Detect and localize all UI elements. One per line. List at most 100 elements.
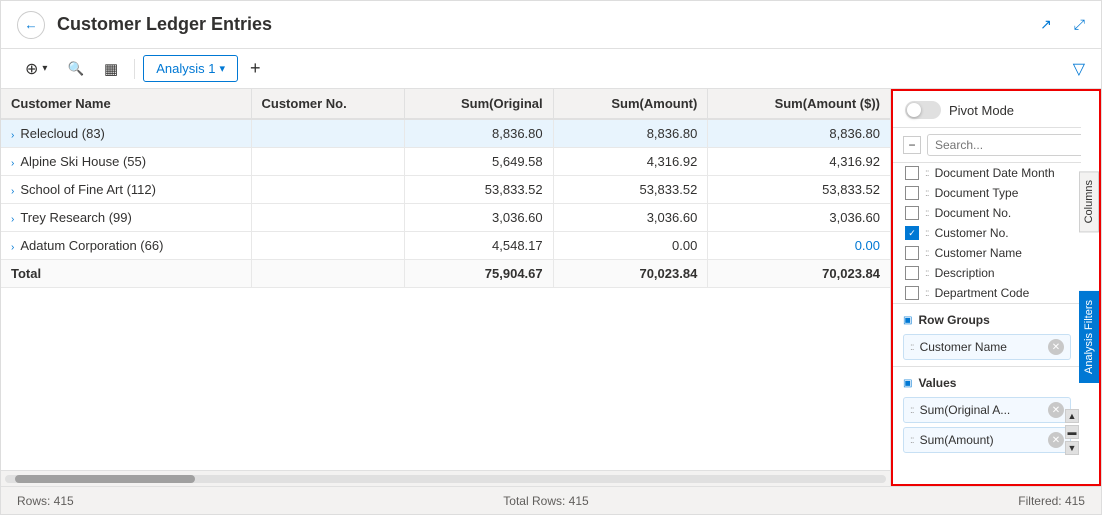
- row-expand-icon[interactable]: ›: [11, 158, 14, 169]
- col-checkbox-3[interactable]: [905, 226, 919, 240]
- column-item[interactable]: :: Customer No.: [893, 223, 1081, 243]
- cell-customer-name: ›Relecloud (83): [1, 119, 251, 148]
- col-checkbox-1[interactable]: [905, 186, 919, 200]
- table-row[interactable]: ›Alpine Ski House (55) 5,649.58 4,316.92…: [1, 148, 890, 176]
- pivot-toggle[interactable]: [905, 101, 941, 119]
- minus-button[interactable]: −: [903, 136, 921, 154]
- filter-icon[interactable]: ▽: [1073, 59, 1085, 79]
- val-item-name: Sum(Original A...: [920, 403, 1042, 417]
- col-checkbox-2[interactable]: [905, 206, 919, 220]
- col-customer-no[interactable]: Customer No.: [251, 89, 405, 119]
- val-remove-button[interactable]: ✕: [1048, 432, 1064, 448]
- val-drag-handle[interactable]: ::: [910, 405, 914, 416]
- row-expand-icon[interactable]: ›: [11, 186, 14, 197]
- table-wrapper[interactable]: Customer Name Customer No. Sum(Original …: [1, 89, 890, 470]
- col-item-label: Document Date Month: [935, 166, 1055, 180]
- row-groups-header: ▣ Row Groups: [903, 310, 1071, 330]
- drag-handle[interactable]: ::: [925, 288, 929, 299]
- col-checkbox-0[interactable]: [905, 166, 919, 180]
- table-row[interactable]: ›School of Fine Art (112) 53,833.52 53,8…: [1, 176, 890, 204]
- pivot-mode-row: Pivot Mode: [893, 91, 1081, 128]
- val-scroll-middle[interactable]: ▬: [1065, 425, 1079, 439]
- row-group-item[interactable]: :: Customer Name ✕: [903, 334, 1071, 360]
- total-sum-amt: 70,023.84: [553, 260, 708, 288]
- analyze-button[interactable]: ▦: [96, 56, 126, 82]
- col-customer-name[interactable]: Customer Name: [1, 89, 251, 119]
- grid-view-button[interactable]: ⊕ ▾: [17, 55, 55, 83]
- column-item[interactable]: :: Department Code: [893, 283, 1081, 303]
- col-checkbox-6[interactable]: [905, 286, 919, 300]
- rg-item-name: Customer Name: [920, 340, 1042, 354]
- search-row: −: [893, 128, 1081, 163]
- external-link-icon[interactable]: ↗: [1040, 16, 1052, 33]
- val-scroll-down[interactable]: ▼: [1065, 441, 1079, 455]
- separator: [134, 59, 135, 79]
- row-expand-icon[interactable]: ›: [11, 130, 14, 141]
- values-header: ▣ Values: [903, 373, 1071, 393]
- h-scroll-thumb[interactable]: [15, 475, 195, 483]
- row-expand-icon[interactable]: ›: [11, 214, 14, 225]
- table-row[interactable]: ›Trey Research (99) 3,036.60 3,036.60 3,…: [1, 204, 890, 232]
- value-item[interactable]: :: Sum(Original A... ✕: [903, 397, 1071, 423]
- val-remove-button[interactable]: ✕: [1048, 402, 1064, 418]
- add-tab-button[interactable]: +: [242, 53, 269, 84]
- cell-sum-amt-usd: 8,836.80: [708, 119, 890, 148]
- val-scroll-up[interactable]: ▲: [1065, 409, 1079, 423]
- cell-sum-amt: 3,036.60: [553, 204, 708, 232]
- drag-handle[interactable]: ::: [925, 228, 929, 239]
- values-expand-icon[interactable]: ▣: [903, 378, 912, 389]
- filters-tab[interactable]: Analysis Filters: [1079, 291, 1099, 383]
- data-table: Customer Name Customer No. Sum(Original …: [1, 89, 890, 288]
- search-button[interactable]: 🔍: [59, 57, 92, 81]
- rows-count: Rows: 415: [17, 494, 74, 508]
- val-drag-handle[interactable]: ::: [910, 435, 914, 446]
- column-search-input[interactable]: [927, 134, 1081, 156]
- total-row: Total 75,904.67 70,023.84 70,023.84: [1, 260, 890, 288]
- col-sum-amount-usd[interactable]: Sum(Amount ($)): [708, 89, 890, 119]
- col-sum-amount[interactable]: Sum(Amount): [553, 89, 708, 119]
- back-button[interactable]: ←: [17, 11, 45, 39]
- drag-handle[interactable]: ::: [925, 208, 929, 219]
- value-item[interactable]: :: Sum(Amount) ✕: [903, 427, 1071, 453]
- values-title: Values: [918, 376, 956, 390]
- drag-handle[interactable]: ::: [925, 248, 929, 259]
- h-scrollbar[interactable]: [1, 470, 890, 486]
- column-item[interactable]: :: Document No.: [893, 203, 1081, 223]
- column-item[interactable]: :: Document Type: [893, 183, 1081, 203]
- cell-sum-amt-usd: 4,316.92: [708, 148, 890, 176]
- main-content: Customer Name Customer No. Sum(Original …: [1, 89, 1101, 486]
- rg-drag-handle[interactable]: ::: [910, 342, 914, 353]
- collapse-icon[interactable]: ⤢: [1074, 16, 1085, 33]
- rg-remove-button[interactable]: ✕: [1048, 339, 1064, 355]
- table-row[interactable]: ›Adatum Corporation (66) 4,548.17 0.00 0…: [1, 232, 890, 260]
- plus-icon: +: [250, 58, 261, 79]
- row-groups-items: :: Customer Name ✕: [903, 334, 1071, 360]
- val-item-name: Sum(Amount): [920, 433, 1042, 447]
- col-checkbox-4[interactable]: [905, 246, 919, 260]
- drag-handle[interactable]: ::: [925, 188, 929, 199]
- col-sum-original[interactable]: Sum(Original: [405, 89, 553, 119]
- columns-tab[interactable]: Columns: [1079, 171, 1099, 232]
- total-sum-amt-usd: 70,023.84: [708, 260, 890, 288]
- right-panel: Columns Analysis Filters Pivot Mode −: [891, 89, 1101, 486]
- drag-handle[interactable]: ::: [925, 168, 929, 179]
- drag-handle[interactable]: ::: [925, 268, 929, 279]
- filtered-count: Filtered: 415: [1018, 494, 1085, 508]
- column-item[interactable]: :: Document Date Month: [893, 163, 1081, 183]
- col-checkbox-5[interactable]: [905, 266, 919, 280]
- cell-sum-amt: 4,316.92: [553, 148, 708, 176]
- table-row[interactable]: ›Relecloud (83) 8,836.80 8,836.80 8,836.…: [1, 119, 890, 148]
- cell-customer-no: [251, 204, 405, 232]
- table-area: Customer Name Customer No. Sum(Original …: [1, 89, 891, 486]
- column-item[interactable]: :: Customer Name: [893, 243, 1081, 263]
- cell-sum-amt-usd: 0.00: [708, 232, 890, 260]
- page-title: Customer Ledger Entries: [57, 14, 537, 35]
- cell-customer-name: ›Adatum Corporation (66): [1, 232, 251, 260]
- analysis-tab[interactable]: Analysis 1 ▾: [143, 55, 238, 82]
- toggle-knob: [907, 103, 921, 117]
- row-expand-icon[interactable]: ›: [11, 242, 14, 253]
- cell-sum-orig: 5,649.58: [405, 148, 553, 176]
- rg-expand-icon[interactable]: ▣: [903, 315, 912, 326]
- column-item[interactable]: :: Description: [893, 263, 1081, 283]
- cell-sum-orig: 8,836.80: [405, 119, 553, 148]
